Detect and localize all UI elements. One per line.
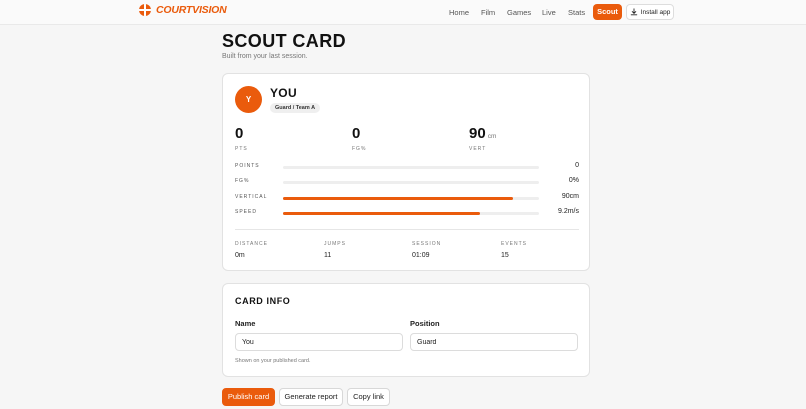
- session-stat-label: DISTANCE: [235, 241, 268, 247]
- stat-value: 0: [235, 125, 244, 142]
- field-hint: Shown on your published card.: [235, 358, 311, 364]
- nav-item-live[interactable]: Live: [542, 5, 556, 20]
- bar-row-points: POINTS 0: [235, 162, 579, 172]
- page-title: SCOUT CARD: [222, 31, 346, 51]
- nav-item-home[interactable]: Home: [449, 5, 469, 20]
- bar-row-vertical: VERTICAL 90cm: [235, 193, 579, 203]
- page-subtitle: Built from your last session.: [222, 53, 308, 60]
- nav-item-stats[interactable]: Stats: [568, 5, 585, 20]
- bar-value: 9.2m/s: [557, 208, 579, 215]
- session-stat-value: 0m: [235, 252, 245, 259]
- stat-label: PTS: [235, 146, 248, 152]
- session-stat-label: EVENTS: [501, 241, 528, 247]
- top-bar: COURTVISION Home Film Games Live Stats S…: [0, 0, 806, 25]
- stat-vertical: 90 cm VERT: [469, 125, 496, 152]
- bar-label: VERTICAL: [235, 194, 268, 200]
- divider: [235, 229, 579, 230]
- generate-report-button[interactable]: Generate report: [279, 388, 343, 406]
- bar-track: [283, 166, 539, 169]
- bar-track: [283, 212, 539, 215]
- role-badge: Guard / Team A: [270, 103, 321, 113]
- session-stat-events: EVENTS 15: [501, 241, 527, 259]
- bar-track: [283, 197, 539, 200]
- card-info-panel: CARD INFO Name Position Shown on your pu…: [222, 283, 590, 377]
- bar-track: [283, 181, 539, 184]
- nav-item-film[interactable]: Film: [481, 5, 495, 20]
- stat-unit: cm: [487, 133, 497, 140]
- publish-card-button[interactable]: Publish card: [222, 388, 275, 406]
- name-field[interactable]: [235, 333, 403, 351]
- bar-fill: [283, 212, 481, 215]
- session-stat-value: 11: [324, 252, 332, 259]
- session-stat-value: 15: [501, 252, 509, 259]
- session-stat-label: SESSION: [412, 241, 442, 247]
- position-field[interactable]: [410, 333, 578, 351]
- player-name: YOU: [270, 86, 297, 100]
- bar-label: FG%: [235, 178, 250, 184]
- bar-value: 0%: [568, 177, 579, 184]
- stat-label: FG%: [352, 146, 367, 152]
- bar-row-speed: SPEED 9.2m/s: [235, 208, 579, 218]
- bar-row-fg-percent: FG% 0%: [235, 177, 579, 187]
- avatar: Y: [235, 86, 262, 113]
- bar-label: SPEED: [235, 209, 257, 215]
- install-app-button[interactable]: Install app: [626, 4, 674, 20]
- bar-label: POINTS: [235, 163, 260, 169]
- session-stat-jumps: JUMPS 11: [324, 241, 346, 259]
- stat-label: VERT: [469, 146, 487, 152]
- copy-link-button[interactable]: Copy link: [347, 388, 390, 406]
- install-app-label: Install app: [640, 8, 671, 16]
- nav-item-scout[interactable]: Scout: [593, 4, 622, 20]
- bar-fill: [283, 197, 514, 200]
- scout-card: Y YOU Guard / Team A 0 PTS 0 FG% 90 cm VE…: [222, 73, 590, 271]
- stat-fg-percent: 0 FG%: [352, 125, 366, 152]
- session-stat-label: JUMPS: [324, 241, 346, 247]
- stat-points: 0 PTS: [235, 125, 248, 152]
- bar-value: 90cm: [561, 193, 579, 200]
- card-info-title: CARD INFO: [235, 296, 291, 306]
- session-stat-value: 01:09: [412, 252, 430, 259]
- download-icon: [630, 8, 637, 16]
- name-field-label: Name: [235, 319, 256, 328]
- position-field-label: Position: [410, 319, 440, 328]
- stat-value: 90: [469, 125, 486, 142]
- nav-item-games[interactable]: Games: [507, 5, 531, 20]
- session-stat-session: SESSION 01:09: [412, 241, 441, 259]
- session-stat-distance: DISTANCE 0m: [235, 241, 268, 259]
- stat-value: 0: [352, 125, 361, 142]
- main-nav: Home Film Games Live Stats: [0, 5, 806, 20]
- bar-value: 0: [575, 162, 579, 169]
